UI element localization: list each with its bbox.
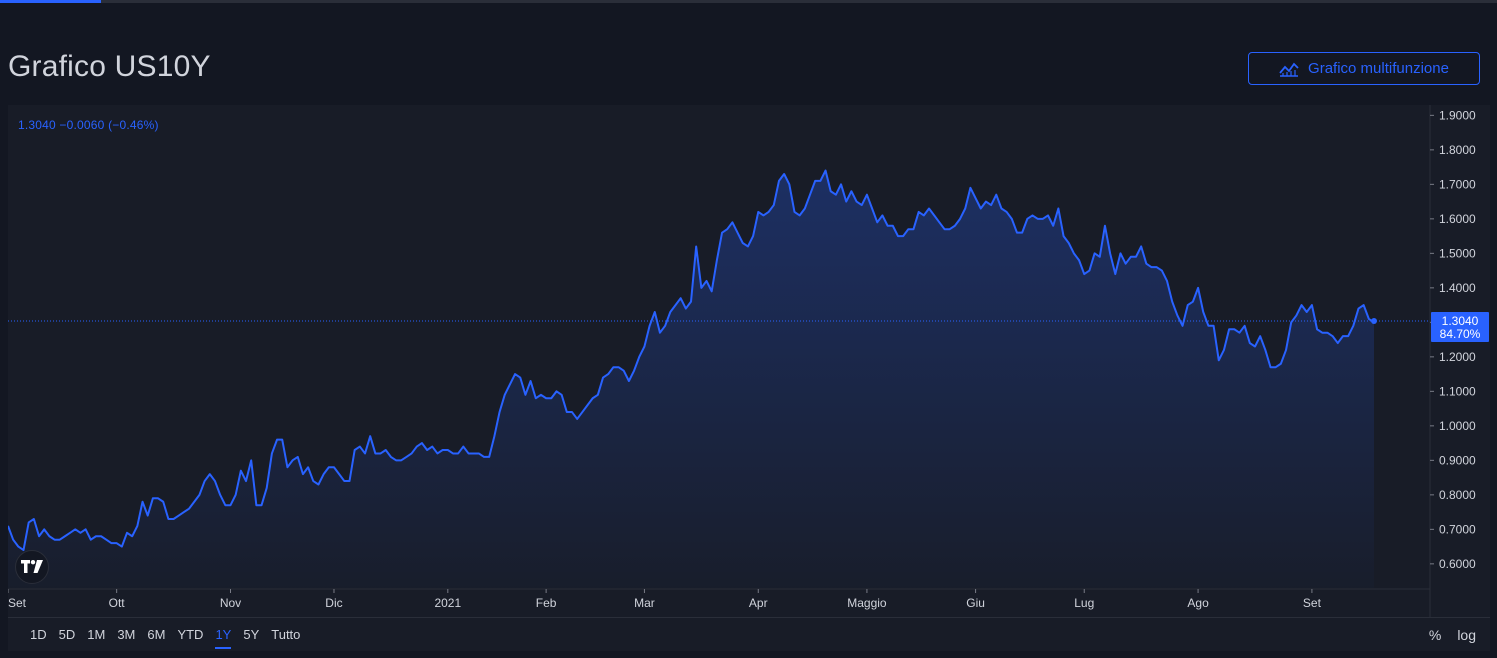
x-tick-label: Set [1303,596,1322,610]
y-tick-label: 0.6000 [1439,557,1476,571]
range-button-tutto[interactable]: Tutto [265,618,306,652]
y-tick-label: 1.6000 [1439,212,1476,226]
x-tick-label: Ott [109,596,126,610]
last-price-percent: 84.70% [1440,327,1481,341]
log-scale-toggle[interactable]: log [1457,627,1476,643]
series-area [8,170,1374,589]
y-tick-label: 0.8000 [1439,488,1476,502]
tradingview-logo-icon[interactable] [15,550,49,584]
page-title: Grafico US10Y [8,50,211,83]
percent-scale-toggle[interactable]: % [1429,627,1441,643]
y-tick-label: 1.4000 [1439,281,1476,295]
top-divider [0,0,1497,3]
top-progress-indicator [0,0,101,3]
price-readout: 1.3040 −0.0060 (−0.46%) [18,118,159,132]
y-tick-label: 1.0000 [1439,419,1476,433]
last-price-value: 1.3040 [1442,314,1479,328]
range-button-6m[interactable]: 6M [141,618,171,652]
price-chart[interactable]: 1.9000 1.8000 1.7000 1.6000 1.5000 1.4000 1.30… [8,105,1490,617]
range-button-1d[interactable]: 1D [24,618,53,652]
chart-panel[interactable]: 1.9000 1.8000 1.7000 1.6000 1.5000 1.4000 1.30… [8,105,1490,651]
x-tick-label: Giu [966,596,985,610]
x-tick-label: Set [8,596,27,610]
x-tick-label: Feb [536,596,557,610]
multi-chart-button-label: Grafico multifunzione [1308,60,1449,77]
range-toolbar: 1D 5D 1M 3M 6M YTD 1Y 5Y Tutto % log [8,617,1490,651]
multi-chart-button[interactable]: Grafico multifunzione [1248,52,1480,85]
range-button-1m[interactable]: 1M [81,618,111,652]
y-tick-label: 1.8000 [1439,143,1476,157]
y-tick-label: 1.1000 [1439,384,1476,398]
y-tick-label: 1.9000 [1439,108,1476,122]
range-button-3m[interactable]: 3M [111,618,141,652]
x-tick-label: Dic [325,596,342,610]
x-tick-label: Apr [749,596,768,610]
x-tick-label: Maggio [847,596,887,610]
y-tick-label: 1.5000 [1439,246,1476,260]
x-tick-label: Lug [1074,596,1094,610]
scale-toggles: % log [1429,618,1476,652]
y-tick-label: 0.9000 [1439,453,1476,467]
last-value-dot [1371,317,1377,324]
chart-line-icon [1279,61,1299,77]
y-tick-label: 1.2000 [1439,350,1476,364]
last-price-tag: 1.304084.70% [1431,311,1489,342]
x-tick-label: 2021 [434,596,461,610]
range-button-1y[interactable]: 1Y [209,618,237,652]
y-tick-label: 0.7000 [1439,522,1476,536]
range-button-ytd[interactable]: YTD [171,618,209,652]
x-tick-label: Ago [1187,596,1209,610]
range-button-5d[interactable]: 5D [53,618,82,652]
x-tick-label: Nov [220,596,241,610]
range-button-5y[interactable]: 5Y [237,618,265,652]
range-tabs: 1D 5D 1M 3M 6M YTD 1Y 5Y Tutto [24,618,306,652]
x-tick-label: Mar [634,596,655,610]
y-tick-label: 1.7000 [1439,177,1476,191]
